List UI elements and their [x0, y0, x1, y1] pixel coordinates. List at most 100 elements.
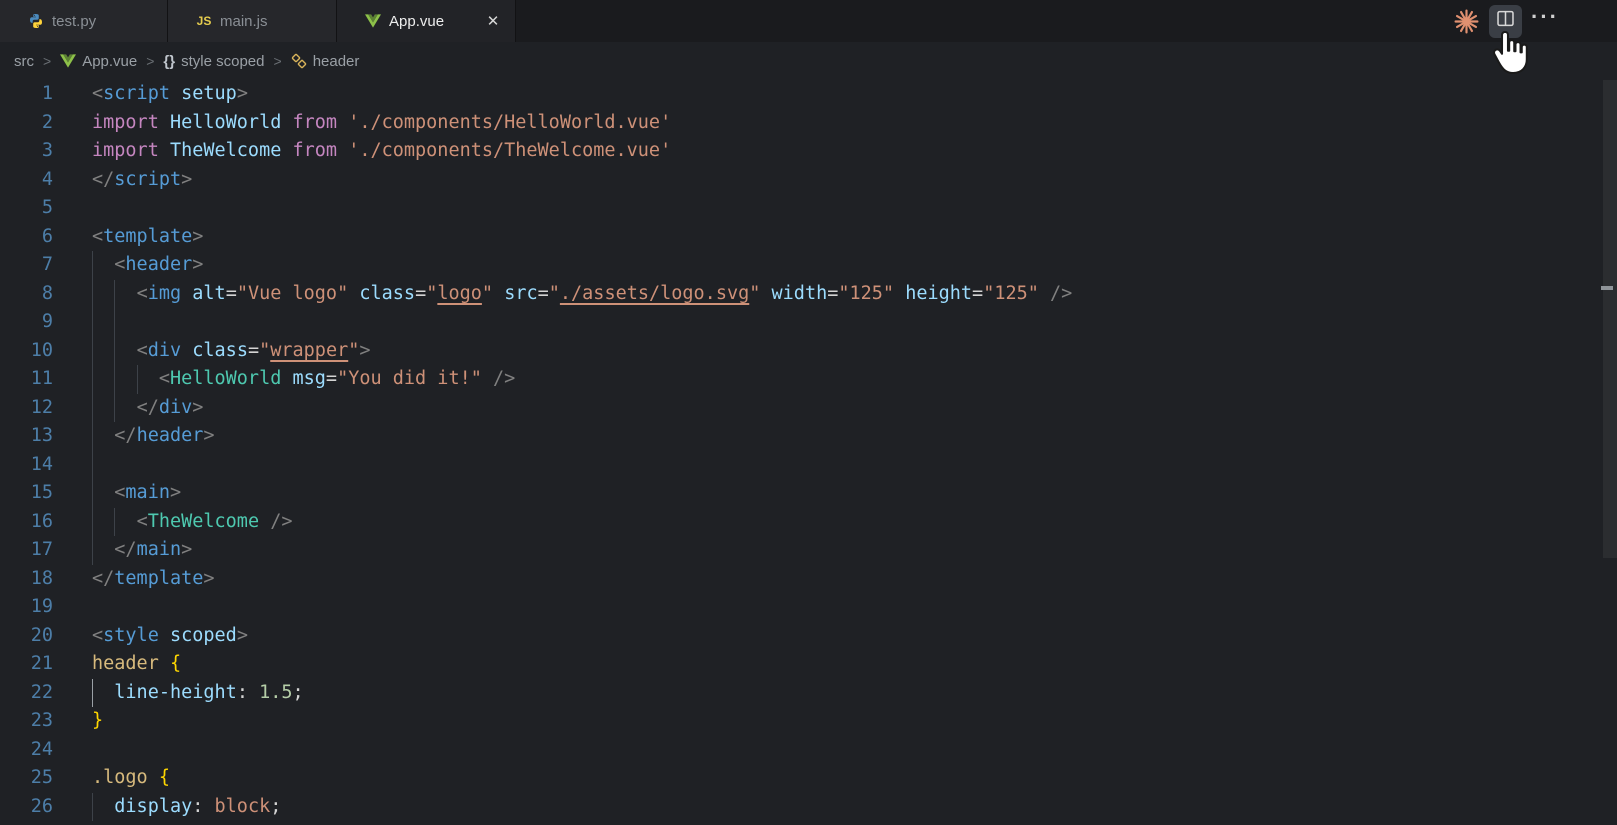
line-number: 10: [0, 337, 53, 366]
breadcrumb-item-style-scoped[interactable]: {} style scoped: [163, 53, 264, 70]
code-text: </div>: [92, 394, 203, 423]
line-number: 20: [0, 622, 53, 651]
code-line[interactable]: 19: [0, 593, 1617, 622]
code-line[interactable]: 4</script>: [0, 166, 1617, 195]
line-number: 7: [0, 251, 53, 280]
line-number: 14: [0, 451, 53, 480]
line-number: 22: [0, 679, 53, 708]
code-text: <img alt="Vue logo" class="logo" src="./…: [92, 280, 1072, 309]
code-text: display: block;: [92, 793, 281, 822]
code-line[interactable]: 22 line-height: 1.5;: [0, 679, 1617, 708]
code-line[interactable]: 8 <img alt="Vue logo" class="logo" src="…: [0, 280, 1617, 309]
breadcrumb-item-header[interactable]: header: [291, 53, 360, 70]
vue-icon: [60, 54, 76, 68]
line-number: 18: [0, 565, 53, 594]
indent-guide: [114, 308, 115, 337]
code-area: 1<script setup>2 import HelloWorld from '…: [0, 80, 1617, 821]
line-number: 13: [0, 422, 53, 451]
code-line[interactable]: 1<script setup>: [0, 80, 1617, 109]
code-text: .logo {: [92, 764, 170, 793]
indent-guide: [92, 451, 93, 480]
breadcrumb-item-app-vue[interactable]: App.vue: [60, 53, 137, 70]
code-line[interactable]: 2 import HelloWorld from './components/He…: [0, 109, 1617, 138]
code-line[interactable]: 3 import TheWelcome from './components/Th…: [0, 137, 1617, 166]
line-number: 17: [0, 536, 53, 565]
javascript-icon: JS: [196, 13, 212, 29]
chevron-right-icon: >: [145, 53, 155, 69]
code-text: <script setup>: [92, 80, 248, 109]
code-line[interactable]: 21header {: [0, 650, 1617, 679]
line-number: 2: [0, 109, 53, 138]
tab-label: main.js: [220, 13, 268, 30]
code-line[interactable]: 17 </main>: [0, 536, 1617, 565]
code-text: </script>: [92, 166, 192, 195]
code-line[interactable]: 24: [0, 736, 1617, 765]
line-number: 19: [0, 593, 53, 622]
code-line[interactable]: 15 <main>: [0, 479, 1617, 508]
code-line[interactable]: 20 <style scoped>: [0, 622, 1617, 651]
python-icon: [28, 13, 44, 29]
code-text: </header>: [92, 422, 215, 451]
code-text: header {: [92, 650, 181, 679]
breadcrumb-item-src[interactable]: src: [14, 53, 34, 70]
tab-test-py[interactable]: test.py: [0, 0, 168, 42]
editor-actions: ···: [1453, 0, 1559, 42]
line-number: 8: [0, 280, 53, 309]
tab-label: App.vue: [389, 13, 444, 30]
starburst-icon[interactable]: [1453, 8, 1480, 35]
chevron-right-icon: >: [42, 53, 52, 69]
vue-icon: [365, 13, 381, 29]
line-number: 11: [0, 365, 53, 394]
code-text: <template>: [92, 223, 203, 252]
code-line[interactable]: 13 </header>: [0, 422, 1617, 451]
code-text: import HelloWorld from './components/Hel…: [92, 109, 671, 138]
code-line[interactable]: 14: [0, 451, 1617, 480]
code-line[interactable]: 9: [0, 308, 1617, 337]
code-line[interactable]: 10 <div class="wrapper">: [0, 337, 1617, 366]
code-line[interactable]: 7 <header>: [0, 251, 1617, 280]
vertical-scrollbar[interactable]: [1603, 80, 1617, 558]
line-number: 24: [0, 736, 53, 765]
code-line[interactable]: 5: [0, 194, 1617, 223]
split-editor-icon: [1496, 9, 1515, 33]
line-number: 25: [0, 764, 53, 793]
code-text: <HelloWorld msg="You did it!" />: [92, 365, 515, 394]
line-number: 23: [0, 707, 53, 736]
indent-guide: [92, 308, 93, 337]
code-text: </template>: [92, 565, 215, 594]
tab-app-vue[interactable]: App.vue ✕: [337, 0, 516, 42]
code-line[interactable]: 23}: [0, 707, 1617, 736]
code-line[interactable]: 18 </template>: [0, 565, 1617, 594]
chevron-right-icon: >: [273, 53, 283, 69]
code-line[interactable]: 26 display: block;: [0, 793, 1617, 822]
split-editor-button[interactable]: [1489, 5, 1522, 38]
code-text: </main>: [92, 536, 192, 565]
code-text: import TheWelcome from './components/The…: [92, 137, 671, 166]
editor[interactable]: 1<script setup>2 import HelloWorld from '…: [0, 80, 1617, 825]
code-text: <div class="wrapper">: [92, 337, 371, 366]
code-line[interactable]: 6 <template>: [0, 223, 1617, 252]
close-icon[interactable]: ✕: [483, 11, 503, 31]
code-line[interactable]: 11 <HelloWorld msg="You did it!" />: [0, 365, 1617, 394]
more-actions-icon[interactable]: ···: [1531, 7, 1559, 35]
code-text: <TheWelcome />: [92, 508, 293, 537]
code-text: }: [92, 707, 103, 736]
line-number: 3: [0, 137, 53, 166]
code-line[interactable]: 12 </div>: [0, 394, 1617, 423]
line-number: 9: [0, 308, 53, 337]
tab-main-js[interactable]: JS main.js: [168, 0, 337, 42]
code-text: line-height: 1.5;: [92, 679, 304, 708]
tab-label: test.py: [52, 13, 96, 30]
line-number: 26: [0, 793, 53, 822]
line-number: 16: [0, 508, 53, 537]
code-text: <main>: [92, 479, 181, 508]
code-text: <header>: [92, 251, 203, 280]
line-number: 6: [0, 223, 53, 252]
code-text: <style scoped>: [92, 622, 248, 651]
braces-icon: {}: [163, 53, 175, 70]
code-line[interactable]: 25 .logo {: [0, 764, 1617, 793]
tab-bar: test.py JS main.js App.vue ✕: [0, 0, 1617, 42]
code-line[interactable]: 16 <TheWelcome />: [0, 508, 1617, 537]
symbol-class-icon: [291, 53, 307, 69]
line-number: 5: [0, 194, 53, 223]
